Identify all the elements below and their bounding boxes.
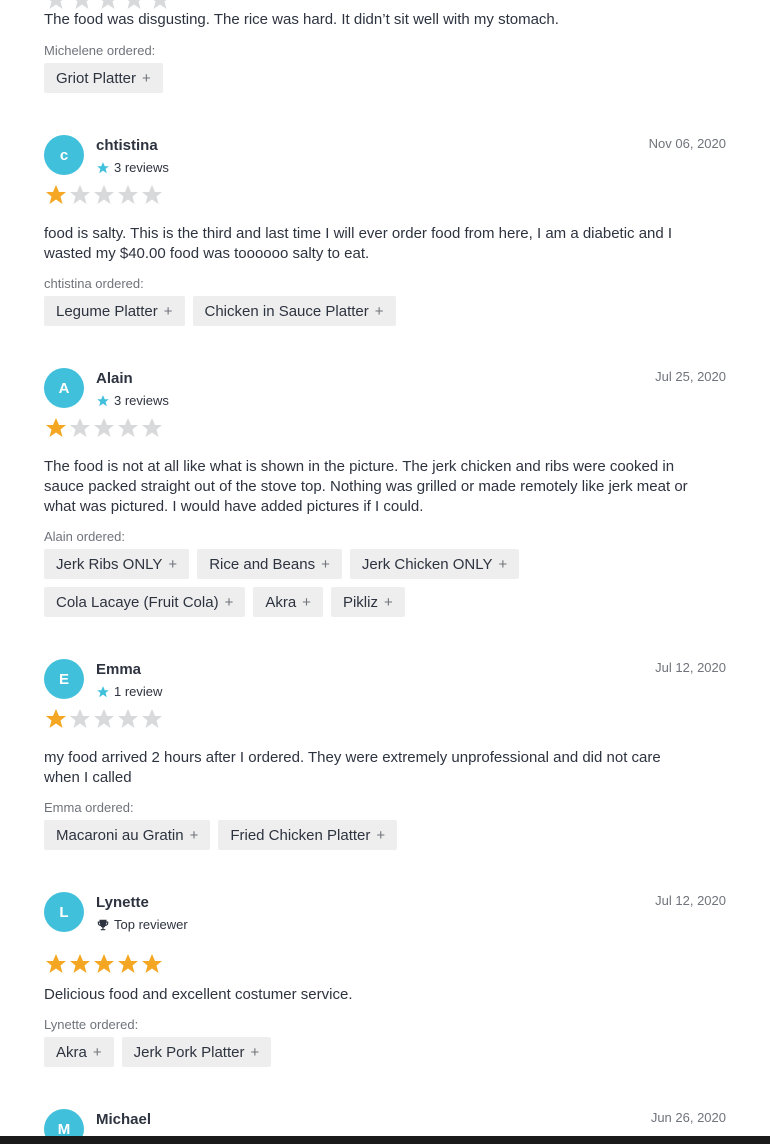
plus-icon: + — [168, 555, 178, 573]
reviewer-name[interactable]: Alain — [96, 370, 133, 387]
star-rating — [44, 707, 164, 731]
reviewer-name[interactable]: chtistina — [96, 137, 158, 154]
menu-item-pill[interactable]: Griot Platter + — [44, 63, 163, 93]
star-icon — [46, 709, 66, 728]
review-date: Jul 12, 2020 — [655, 893, 726, 908]
star-icon — [94, 418, 114, 437]
plus-icon: + — [321, 555, 330, 573]
menu-item-pill[interactable]: Macaroni au Gratin + — [44, 820, 211, 850]
review-count: 1 review — [114, 684, 163, 699]
reviewer-badge: Top reviewer — [114, 917, 188, 932]
star-icon — [97, 161, 109, 173]
ordered-items: Legume Platter + Chicken in Sauce Platter… — [44, 296, 396, 326]
review-text: my food arrived 2 hours after I ordered.… — [44, 749, 661, 786]
plus-icon: + — [383, 593, 393, 611]
menu-item-pill[interactable]: Fried Chicken Platter + — [218, 820, 398, 850]
avatar[interactable]: E — [44, 659, 84, 699]
plus-icon: + — [302, 593, 311, 611]
plus-icon: + — [92, 1043, 102, 1061]
review-date: Jul 12, 2020 — [655, 660, 726, 675]
plus-icon: + — [374, 302, 384, 320]
star-icon — [46, 418, 66, 437]
menu-item-pill[interactable]: Jerk Pork Platter + — [121, 1037, 272, 1067]
star-rating — [44, 183, 164, 207]
reviewer-meta: 3 reviews — [96, 160, 169, 175]
plus-icon: + — [224, 593, 234, 611]
menu-item-pill[interactable]: Cola Lacaye (Fruit Cola) + — [44, 587, 246, 617]
star-icon — [94, 954, 114, 973]
trophy-icon — [97, 919, 109, 930]
menu-item-pill[interactable]: Jerk Chicken ONLY + — [349, 549, 520, 579]
ordered-label: Emma ordered: — [44, 800, 134, 815]
star-icon — [118, 954, 138, 973]
ordered-items: Akra + Jerk Pork Platter + — [44, 1037, 272, 1067]
star-icon — [97, 394, 109, 406]
top-review-ordered-label: Michelene ordered: — [44, 43, 156, 58]
review-card: E Emma 1 review Jul 12, 2020 my food arr… — [44, 659, 726, 859]
star-icon — [94, 185, 114, 204]
star-icon — [142, 954, 162, 973]
star-icon — [118, 418, 138, 437]
plus-icon: + — [163, 302, 173, 320]
top-review-items: Griot Platter + — [44, 63, 163, 93]
star-icon — [70, 185, 90, 204]
star-icon — [46, 185, 66, 204]
ordered-label: Lynette ordered: — [44, 1017, 139, 1032]
reviewer-meta: 3 reviews — [96, 393, 169, 408]
menu-item-pill[interactable]: Chicken in Sauce Platter + — [192, 296, 396, 326]
star-rating — [44, 416, 164, 440]
review-card: L Lynette Top reviewer Jul 12, 2020 Deli… — [44, 892, 726, 1072]
avatar[interactable]: L — [44, 892, 84, 932]
reviewer-meta: 1 review — [96, 684, 162, 699]
star-icon — [46, 954, 66, 973]
review-text: Delicious food and excellent costumer se… — [44, 986, 353, 1003]
reviewer-name[interactable]: Michael — [96, 1111, 151, 1128]
star-icon — [70, 418, 90, 437]
plus-icon: + — [189, 826, 199, 844]
plus-icon: + — [376, 826, 386, 844]
review-count: 3 reviews — [114, 160, 169, 175]
ordered-items: Cola Lacaye (Fruit Cola) + Akra + Pikliz + — [44, 587, 405, 617]
ordered-label: Alain ordered: — [44, 529, 125, 544]
star-icon — [94, 709, 114, 728]
menu-item-pill[interactable]: Akra + — [253, 587, 323, 617]
reviewer-meta: Top reviewer — [96, 917, 188, 932]
menu-item-pill[interactable]: Rice and Beans + — [197, 549, 342, 579]
plus-icon: + — [498, 555, 508, 573]
ordered-items: Jerk Ribs ONLY + Rice and Beans + Jerk Chi… — [44, 549, 520, 579]
star-icon — [97, 685, 109, 697]
review-card: c chtistina 3 reviews Nov 06, 2020 food … — [44, 135, 726, 335]
plus-icon: + — [250, 1043, 260, 1061]
reviewer-name[interactable]: Emma — [96, 661, 141, 678]
star-rating — [44, 952, 164, 976]
star-icon — [118, 709, 138, 728]
bottom-bar — [0, 1136, 770, 1144]
menu-item-pill[interactable]: Legume Platter + — [44, 296, 185, 326]
ordered-items: Macaroni au Gratin + Fried Chicken Platte… — [44, 820, 398, 850]
review-date: Nov 06, 2020 — [648, 136, 726, 151]
star-icon — [142, 185, 162, 204]
review-text: The food is not at all like what is show… — [44, 458, 688, 515]
ordered-label: chtistina ordered: — [44, 276, 144, 291]
review-date: Jul 25, 2020 — [655, 369, 726, 384]
plus-icon: + — [142, 69, 151, 87]
star-icon — [118, 185, 138, 204]
star-icon — [70, 954, 90, 973]
review-card: A Alain 3 reviews Jul 25, 2020 The food … — [44, 368, 726, 628]
star-icon — [142, 709, 162, 728]
menu-item-pill[interactable]: Jerk Ribs ONLY + — [44, 549, 190, 579]
top-review-text: The food was disgusting. The rice was ha… — [44, 11, 559, 28]
review-date: Jun 26, 2020 — [650, 1110, 726, 1125]
review-count: 3 reviews — [114, 393, 169, 408]
star-icon — [142, 418, 162, 437]
menu-item-pill[interactable]: Pikliz + — [330, 587, 405, 617]
avatar[interactable]: A — [44, 368, 84, 408]
menu-item-pill[interactable]: Akra + — [44, 1037, 114, 1067]
reviewer-name[interactable]: Lynette — [96, 894, 149, 911]
star-icon — [70, 709, 90, 728]
review-text: food is salty. This is the third and las… — [44, 225, 673, 262]
avatar[interactable]: c — [44, 135, 84, 175]
